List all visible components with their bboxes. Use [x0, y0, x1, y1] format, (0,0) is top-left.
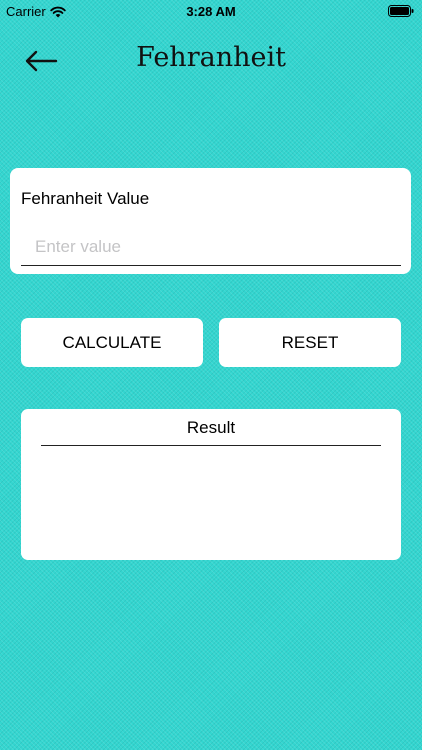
battery-icon [388, 5, 414, 17]
result-title: Result [186, 418, 236, 437]
result-divider [41, 445, 381, 446]
nav-bar: Fehranheit [0, 22, 422, 100]
status-time: 3:28 AM [186, 4, 236, 19]
reset-button[interactable]: RESET [219, 318, 401, 367]
page-title: Fehranheit [136, 42, 286, 73]
fahrenheit-value-input[interactable] [21, 228, 401, 266]
fahrenheit-value-label: Fehranheit Value [21, 189, 150, 208]
input-card: Fehranheit Value [10, 168, 411, 274]
calculate-button[interactable]: CALCULATE [21, 318, 203, 367]
status-bar: Carrier 3:28 AM [0, 0, 422, 22]
result-card: Result [21, 409, 401, 560]
